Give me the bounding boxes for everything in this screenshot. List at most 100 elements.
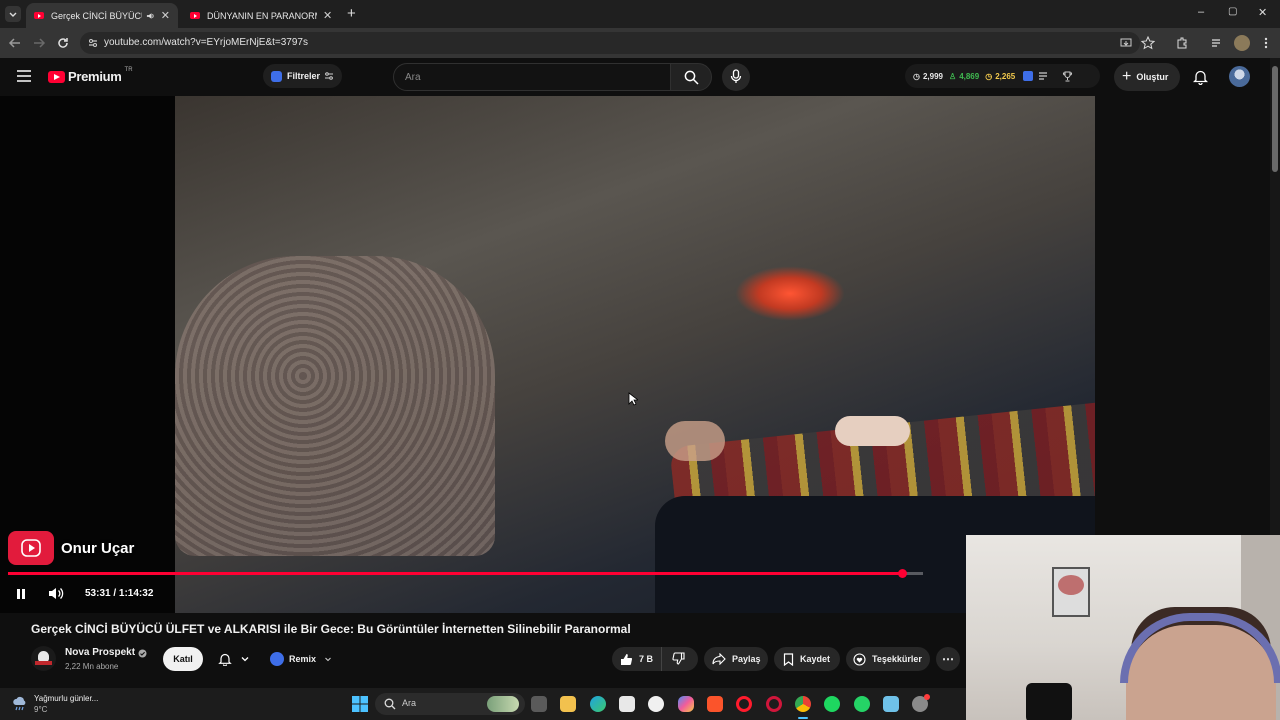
- edge-browser-icon[interactable]: [590, 696, 606, 712]
- premium-logo-text: Premium: [68, 69, 122, 84]
- microphone-icon: [730, 69, 742, 83]
- share-arrow-icon: [712, 653, 726, 665]
- filters-label: Filtreler: [287, 71, 321, 81]
- youtube-favicon-icon: [190, 12, 200, 19]
- mouse-cursor-icon: [628, 392, 638, 406]
- video-scene-embers: [735, 266, 845, 321]
- thanks-label: Teşekkürler: [872, 654, 922, 664]
- address-bar[interactable]: youtube.com/watch?v=EYrjoMErNjE&t=3797s: [80, 32, 1140, 54]
- plus-icon: +: [1122, 68, 1132, 85]
- tab-active-video[interactable]: Gerçek CİNCİ BÜYÜCÜ ÜLFET ✕: [26, 3, 178, 28]
- back-arrow-icon[interactable]: [8, 36, 22, 50]
- notifications-bell-icon[interactable]: [1193, 69, 1208, 85]
- volume-icon[interactable]: [48, 586, 64, 601]
- url-text: youtube.com/watch?v=EYrjoMErNjE&t=3797s: [104, 37, 308, 48]
- filters-button[interactable]: Filtreler: [263, 64, 343, 88]
- extension-logo-icon[interactable]: [1023, 71, 1034, 81]
- search-icon: [684, 70, 699, 85]
- tab-search-button[interactable]: [5, 6, 21, 22]
- share-button[interactable]: Paylaş: [704, 647, 768, 671]
- more-vertical-icon[interactable]: [1260, 36, 1272, 50]
- chrome-icon[interactable]: [795, 696, 811, 712]
- create-button[interactable]: + Oluştur: [1114, 63, 1181, 91]
- list-icon[interactable]: [1038, 71, 1048, 81]
- video-scene-figure: [175, 256, 495, 556]
- more-actions-button[interactable]: ⋯: [936, 647, 960, 671]
- youtube-logo[interactable]: Premium TR: [48, 67, 133, 84]
- tab-second-video[interactable]: DÜNYANIN EN PARANORMAL ✕: [182, 3, 342, 28]
- file-explorer-icon[interactable]: [560, 696, 576, 712]
- restore-window-button[interactable]: ▢: [1228, 6, 1237, 17]
- channel-name[interactable]: Nova Prospekt: [65, 647, 135, 658]
- brave-browser-icon[interactable]: [707, 696, 723, 712]
- weather-text[interactable]: Yağmurlu günler...: [34, 694, 98, 703]
- subscribed-notifications-button[interactable]: [210, 647, 260, 671]
- webcam-microphone: [1026, 683, 1072, 720]
- dislike-button[interactable]: [662, 651, 685, 667]
- remix-button[interactable]: Remix: [265, 647, 335, 671]
- close-tab-icon[interactable]: ✕: [323, 9, 332, 22]
- bookmark-star-icon[interactable]: [1141, 36, 1155, 50]
- notepad-icon[interactable]: [883, 696, 899, 712]
- progress-bar[interactable]: [8, 569, 923, 578]
- profile-avatar[interactable]: [1234, 35, 1250, 51]
- microsoft-store-icon[interactable]: [619, 696, 635, 712]
- clock-icon: ◷: [913, 71, 920, 81]
- sliders-icon: [325, 72, 334, 80]
- video-title: Gerçek CİNCİ BÜYÜCÜ ÜLFET ve ALKARISI il…: [31, 622, 631, 636]
- verified-check-icon: [138, 649, 147, 658]
- thanks-button[interactable]: Teşekkürler: [846, 647, 930, 671]
- remix-logo-icon: [270, 652, 284, 666]
- join-button[interactable]: Katıl: [163, 647, 203, 671]
- tab-media-icon[interactable]: [1210, 36, 1224, 50]
- youtube-play-icon: [48, 70, 65, 83]
- pause-icon[interactable]: [15, 588, 27, 600]
- speaker-icon[interactable]: [146, 11, 155, 21]
- extensions-icon[interactable]: [1175, 36, 1189, 50]
- thumbs-up-icon: [621, 653, 633, 665]
- forward-arrow-icon[interactable]: [32, 36, 46, 50]
- menu-hamburger-icon[interactable]: [17, 70, 31, 82]
- task-view-icon[interactable]: [531, 696, 547, 712]
- spotify-icon[interactable]: [824, 696, 840, 712]
- thumbs-down-icon: [672, 651, 685, 665]
- opera-gx-icon[interactable]: [766, 696, 782, 712]
- page-scrollbar-thumb[interactable]: [1272, 66, 1278, 172]
- taskbar-search-box[interactable]: Ara: [375, 693, 525, 715]
- search-input[interactable]: Ara: [393, 63, 671, 91]
- close-window-button[interactable]: ✕: [1258, 6, 1267, 19]
- save-label: Kaydet: [800, 654, 831, 664]
- webcam-overlay: [966, 535, 1280, 720]
- minimize-window-button[interactable]: –: [1198, 6, 1204, 18]
- whatsapp-icon[interactable]: [854, 696, 870, 712]
- reload-icon[interactable]: [56, 36, 70, 50]
- yandex-browser-icon[interactable]: [648, 696, 664, 712]
- new-tab-button[interactable]: +: [347, 5, 356, 22]
- channel-watermark-logo[interactable]: [8, 531, 54, 565]
- temperature-text: 9°C: [34, 705, 48, 714]
- site-info-icon[interactable]: [87, 37, 99, 49]
- bell-icon: [218, 653, 232, 666]
- play-button-icon: [21, 539, 41, 557]
- account-avatar[interactable]: [1229, 66, 1250, 87]
- video-player[interactable]: [0, 96, 1095, 613]
- more-horizontal-icon: ⋯: [942, 652, 954, 666]
- trophy-icon[interactable]: [1062, 71, 1073, 82]
- youtube-masthead: Premium TR Filtreler Ara ◷ 2,999 ♙ 4,869…: [0, 58, 1280, 96]
- join-label: Katıl: [173, 654, 193, 664]
- channel-watermark-text: Onur Uçar: [61, 540, 135, 557]
- opera-icon[interactable]: [736, 696, 752, 712]
- voice-search-button[interactable]: [722, 63, 750, 91]
- install-app-icon[interactable]: [1120, 37, 1132, 49]
- copilot-icon[interactable]: [678, 696, 694, 712]
- like-button[interactable]: 7 B: [612, 647, 662, 671]
- remix-label: Remix: [289, 654, 317, 664]
- search-button[interactable]: [670, 63, 712, 91]
- channel-avatar[interactable]: [31, 646, 56, 671]
- close-tab-icon[interactable]: ✕: [161, 9, 170, 22]
- windows-start-icon[interactable]: [352, 696, 368, 712]
- weather-rain-icon: [13, 696, 26, 711]
- share-label: Paylaş: [732, 654, 761, 664]
- user-icon: ♙: [949, 71, 957, 81]
- save-button[interactable]: Kaydet: [774, 647, 840, 671]
